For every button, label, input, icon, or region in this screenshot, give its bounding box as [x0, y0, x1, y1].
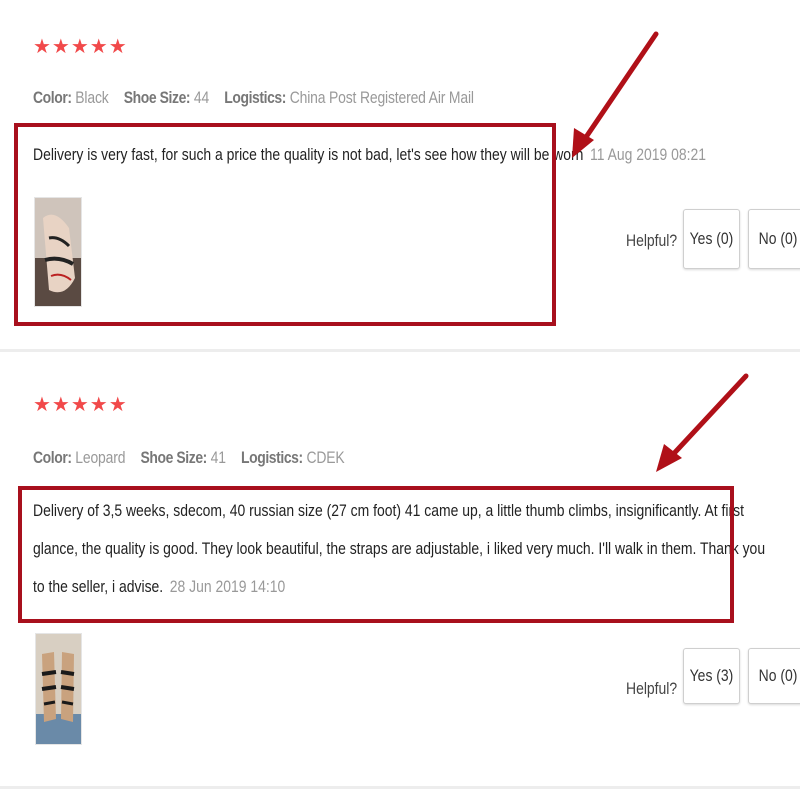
arrow-icon: [656, 373, 749, 472]
arrow-icon: [572, 31, 659, 158]
annotation-arrows: [572, 31, 749, 472]
